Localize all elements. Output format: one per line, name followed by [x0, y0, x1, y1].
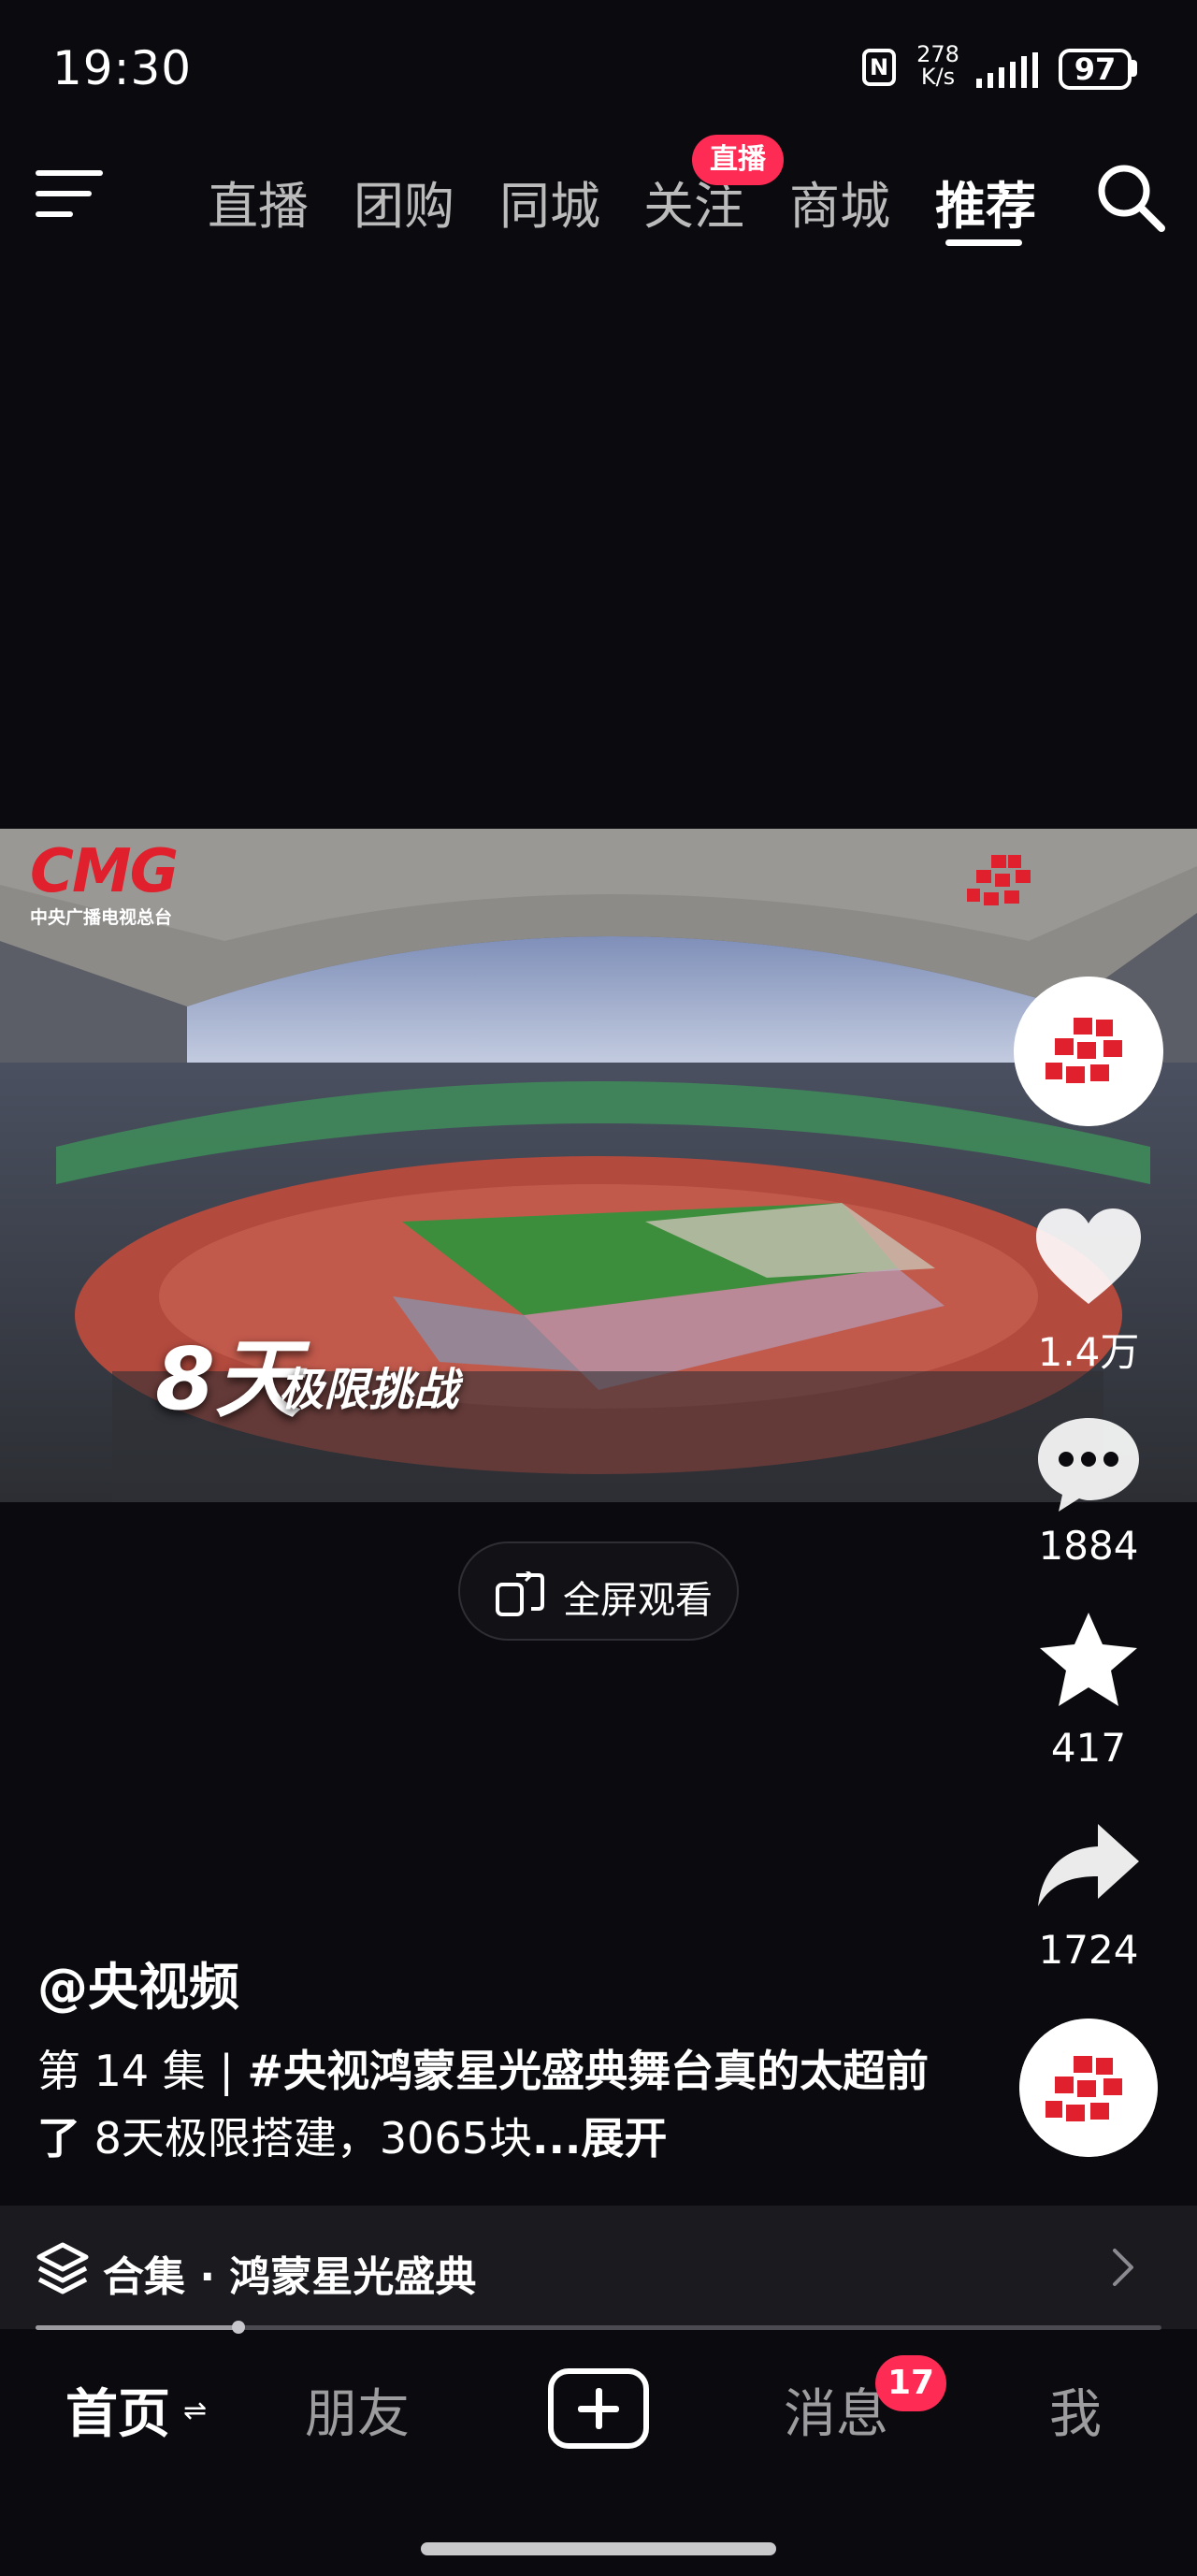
- chevron-right-icon: [1113, 2249, 1133, 2286]
- battery-tip: [1132, 60, 1137, 77]
- tab-live[interactable]: 直播: [208, 165, 309, 239]
- caption-expand[interactable]: ...展开: [532, 2113, 667, 2164]
- channel-logo-icon: [967, 855, 1031, 905]
- fullscreen-label: 全屏观看: [563, 1579, 713, 1622]
- playback-progress-fill: [36, 2325, 238, 2330]
- tab-local[interactable]: 同城: [499, 165, 600, 239]
- music-disc-avatar[interactable]: [1019, 2019, 1158, 2157]
- tab-recommend[interactable]: 推荐: [935, 165, 1036, 239]
- bottom-tab-messages[interactable]: 消息: [784, 2372, 888, 2448]
- cmg-watermark: CMG 中央广播电视总台: [30, 837, 179, 929]
- tab-mall[interactable]: 商城: [789, 165, 890, 239]
- messages-badge: 17: [875, 2355, 946, 2411]
- star-icon[interactable]: [1032, 1609, 1145, 1712]
- bottom-tab-home[interactable]: 首页: [65, 2372, 170, 2448]
- caption-episode: 第 14 集 |: [37, 2046, 248, 2096]
- collection-label: 合集 · 鸿蒙星光盛典: [103, 2253, 477, 2301]
- network-speed-unit: K/s: [920, 64, 956, 90]
- swap-icon: ⇌: [183, 2395, 208, 2427]
- create-post-button[interactable]: [548, 2368, 649, 2449]
- collection-bar[interactable]: 合集 · 鸿蒙星光盛典: [0, 2206, 1197, 2329]
- nfc-icon: N: [862, 49, 896, 86]
- video-overlay-challenge: 极限挑战: [279, 1364, 459, 1416]
- cmg-subtitle: 中央广播电视总台: [30, 907, 173, 928]
- favorite-count: 417: [1050, 1725, 1127, 1771]
- share-count: 1724: [1038, 1927, 1139, 1973]
- like-count: 1.4万: [1037, 1329, 1140, 1375]
- cmg-logo: CMG: [30, 837, 179, 906]
- active-tab-indicator: [945, 239, 1022, 246]
- post-caption: 第 14 集 | #央视鸿蒙星光盛典舞台真的太超前了 8天极限搭建，3065块.…: [37, 2037, 954, 2172]
- bottom-tab-friends[interactable]: 朋友: [305, 2372, 410, 2448]
- live-badge: 直播: [692, 135, 784, 185]
- search-icon[interactable]: [1092, 159, 1167, 234]
- comment-count: 1884: [1038, 1523, 1139, 1569]
- tab-group-buy[interactable]: 团购: [353, 165, 454, 239]
- menu-icon[interactable]: [36, 166, 105, 221]
- playback-progress-thumb[interactable]: [231, 2321, 245, 2334]
- share-icon[interactable]: [1032, 1815, 1145, 1918]
- battery-icon: 97: [1059, 49, 1132, 90]
- heart-icon[interactable]: [1032, 1207, 1145, 1310]
- network-speed-value: 278: [916, 41, 959, 67]
- network-speed: 278 K/s: [915, 43, 961, 88]
- home-indicator[interactable]: [421, 2542, 776, 2555]
- fullscreen-button[interactable]: 全屏观看: [458, 1541, 739, 1641]
- bottom-tab-me[interactable]: 我: [1049, 2372, 1102, 2448]
- comment-icon[interactable]: [1032, 1412, 1145, 1515]
- rotate-screen-icon: [496, 1571, 544, 1616]
- status-time: 19:30: [52, 41, 193, 95]
- author-avatar[interactable]: [1014, 977, 1163, 1126]
- layers-icon: [36, 2242, 89, 2294]
- author-name[interactable]: @央视频: [37, 1946, 239, 2019]
- caption-body: 8天极限搭建，3065块: [80, 2113, 532, 2164]
- signal-icon: [976, 52, 1038, 88]
